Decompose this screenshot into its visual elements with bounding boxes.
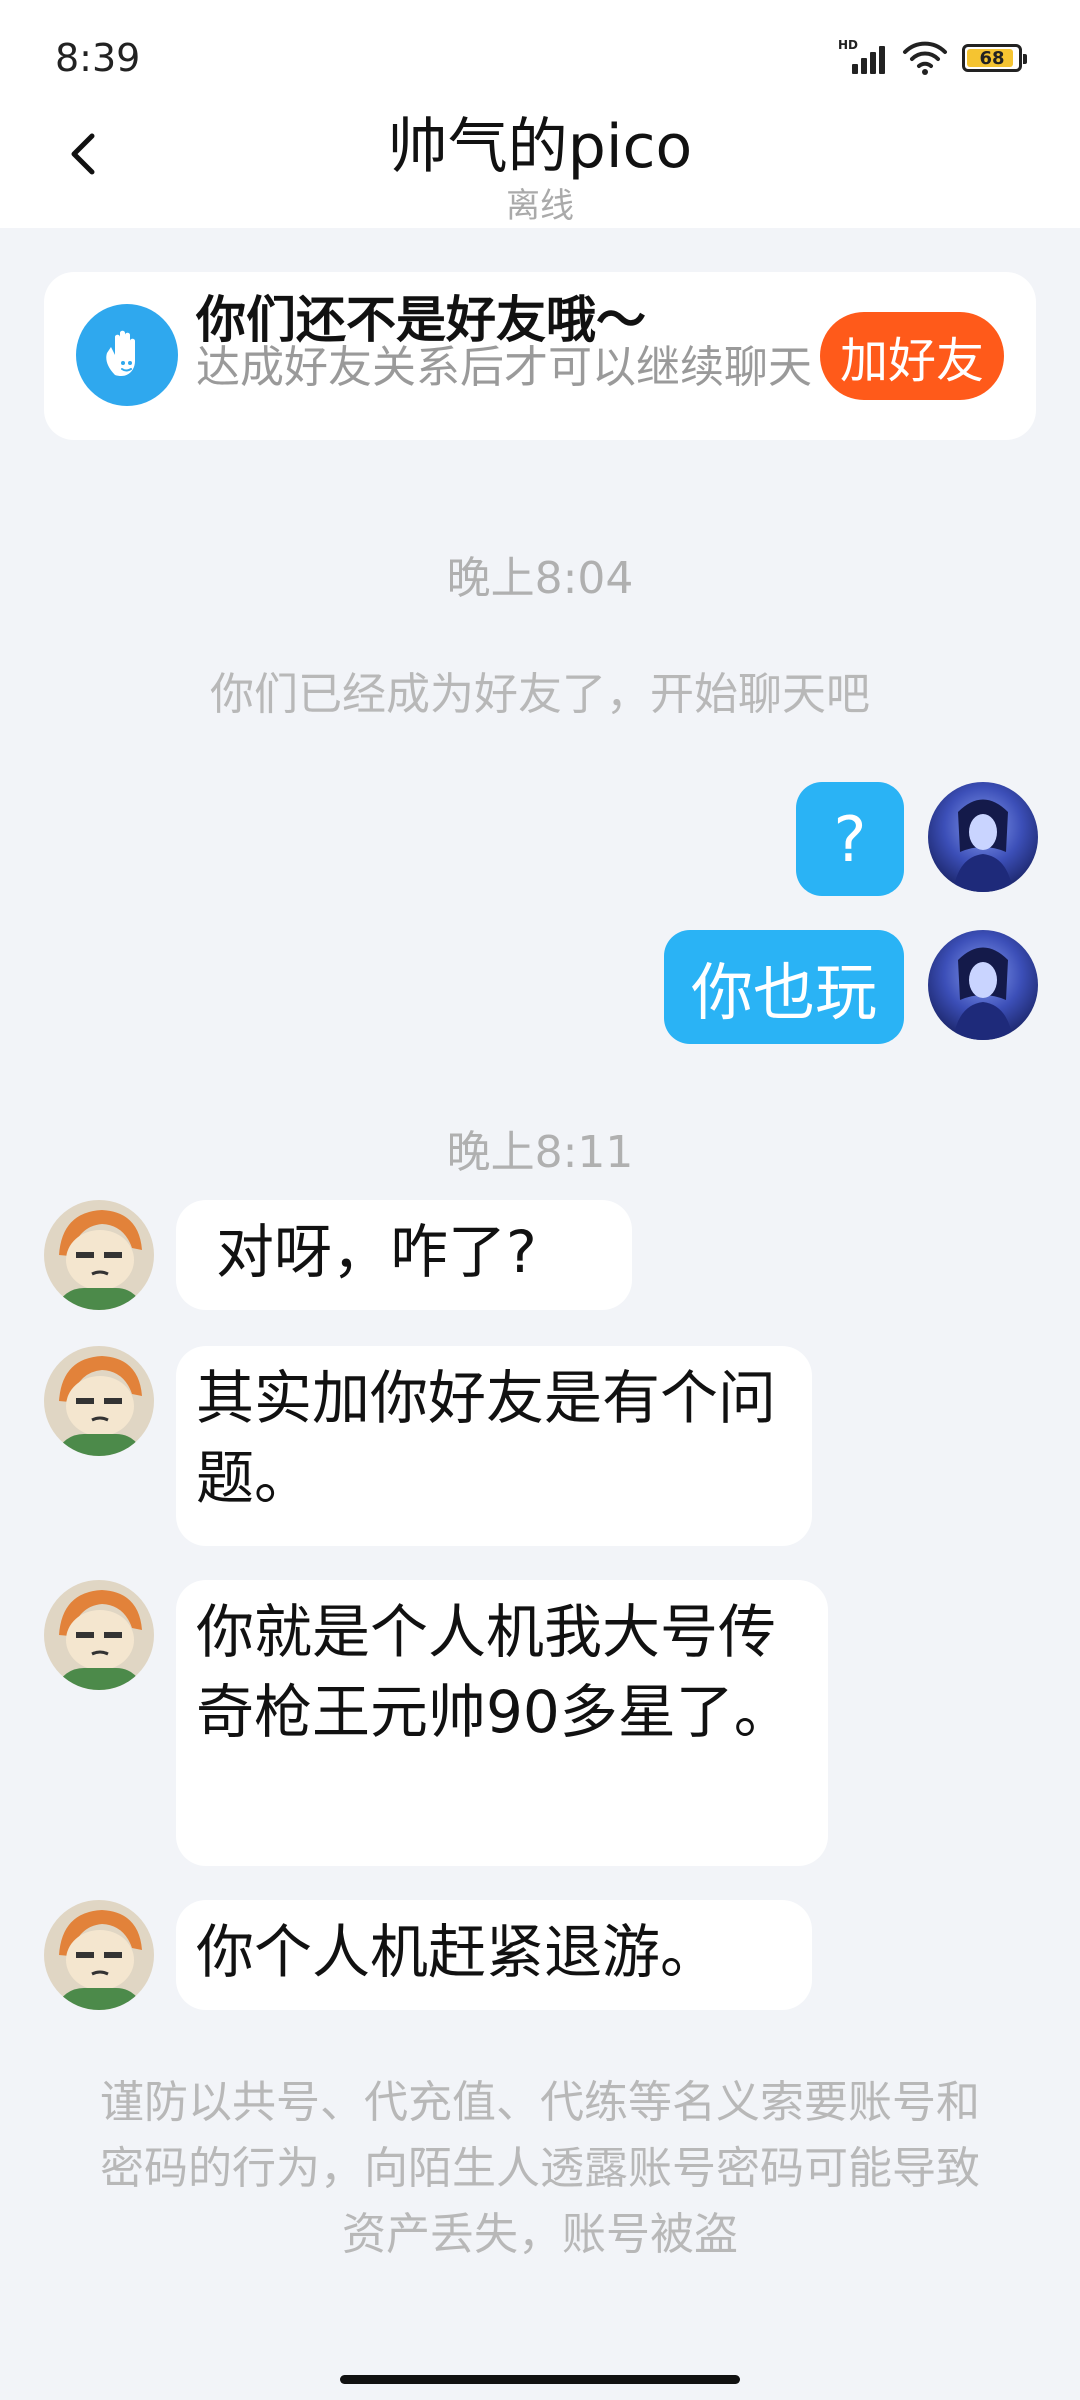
- contact-message-bubble[interactable]: 你就是个人机我大号传奇枪王元帅90多星了。: [176, 1580, 828, 1866]
- friend-notice-card: 你们还不是好友哦～ 达成好友关系后才可以继续聊天 加好友: [44, 272, 1036, 440]
- add-friend-button[interactable]: 加好友: [820, 312, 1004, 400]
- battery-icon: 68: [962, 44, 1027, 72]
- contact-message-bubble[interactable]: 你个人机赶紧退游。: [176, 1900, 812, 2010]
- contact-avatar[interactable]: [44, 1346, 154, 1456]
- home-indicator[interactable]: [340, 2375, 740, 2384]
- status-time: 8:39: [55, 36, 141, 80]
- contact-avatar[interactable]: [44, 1900, 154, 2010]
- status-icons: HD 68: [838, 38, 1027, 76]
- my-message-bubble[interactable]: 你也玩: [664, 930, 904, 1044]
- contact-message-bubble[interactable]: 其实加你好友是有个问题。: [176, 1346, 812, 1546]
- notice-description: 达成好友关系后才可以继续聊天: [196, 342, 812, 393]
- my-message-bubble[interactable]: ?: [796, 782, 904, 896]
- contact-message-bubble[interactable]: 对呀，咋了?: [176, 1200, 632, 1310]
- cell-signal-icon: HD: [838, 38, 888, 76]
- online-status: 离线: [506, 186, 574, 226]
- timestamp: 晚上8:11: [446, 1127, 634, 1178]
- contact-avatar[interactable]: [44, 1580, 154, 1690]
- timestamp: 晚上8:04: [446, 553, 634, 604]
- my-avatar[interactable]: [928, 782, 1038, 892]
- contact-avatar[interactable]: [44, 1200, 154, 1310]
- safety-warning: 谨防以共号、代充值、代练等名义索要账号和密码的行为，向陌生人透露账号密码可能导致…: [100, 2077, 980, 2260]
- wifi-icon: [903, 41, 947, 75]
- network-type-label: HD: [838, 38, 859, 52]
- my-avatar[interactable]: [928, 930, 1038, 1040]
- system-message: 你们已经成为好友了，开始聊天吧: [210, 669, 870, 720]
- battery-level: 68: [979, 47, 1005, 69]
- chat-title: 帅气的pico: [387, 112, 693, 182]
- wave-hand-icon: [76, 304, 178, 406]
